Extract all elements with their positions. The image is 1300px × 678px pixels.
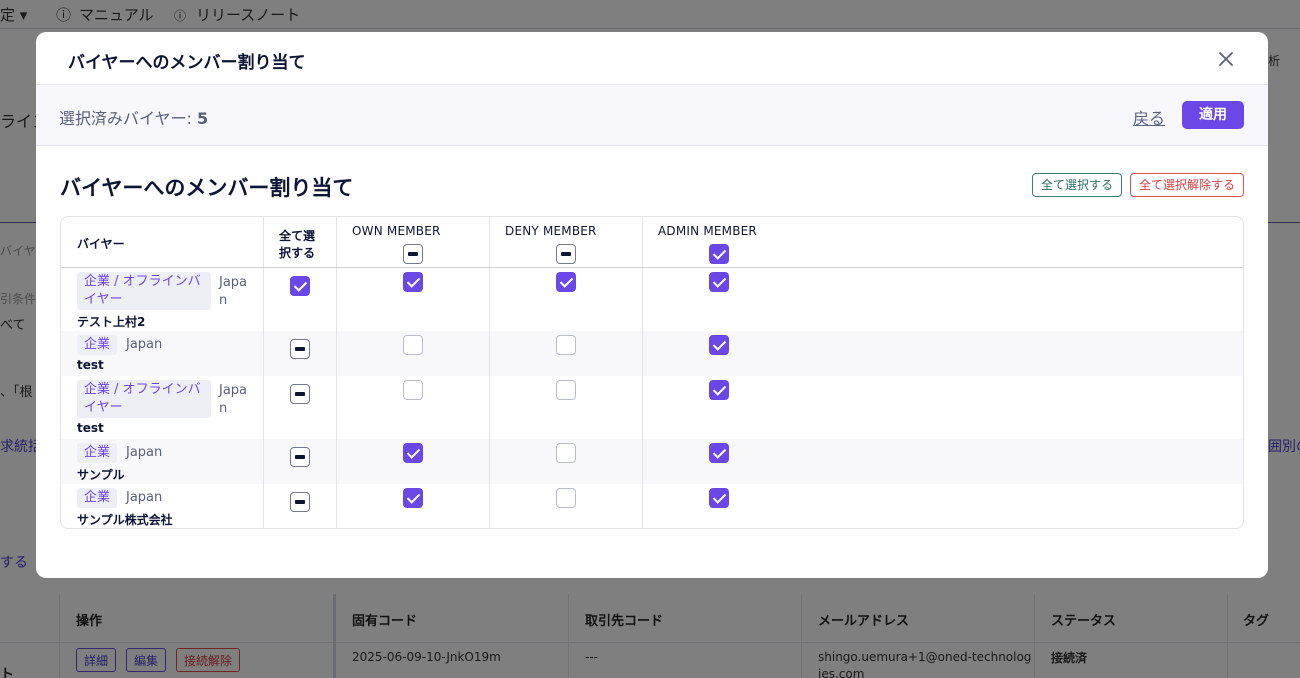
column-header-buyer: バイヤー (77, 237, 125, 251)
deny-member-checkbox[interactable] (556, 443, 576, 463)
buyer-type-tag: 企業 / オフラインバ イヤー (77, 380, 211, 418)
buyer-type-tag: 企業 / オフラインバ イヤー (77, 272, 211, 310)
buyer-name: test (77, 421, 104, 435)
selected-buyers-count: 5 (197, 109, 209, 128)
own-member-checkbox[interactable] (403, 335, 423, 355)
admin-member-checkbox[interactable] (709, 380, 729, 400)
assignment-grid: バイヤー 全て選 択する OWN MEMBER DENY MEMBER ADMI… (60, 216, 1244, 529)
deselect-all-button[interactable]: 全て選択解除する (1130, 173, 1244, 197)
buyer-region: Japan (126, 337, 163, 352)
row-background (61, 331, 1243, 376)
buyer-region: Japan (219, 275, 248, 308)
buyer-name: テスト上村2 (77, 315, 146, 329)
assign-members-modal: バイヤーへのメンバー割り当て 選択済みバイヤー: 5 戻る 適用 バイヤーへのメ… (36, 32, 1268, 578)
deny-member-checkbox[interactable] (556, 272, 576, 292)
row-background (61, 439, 1243, 484)
selection-summary-bar: 選択済みバイヤー: 5 戻る 適用 (36, 85, 1268, 146)
column-header-admin-member: ADMIN MEMBER (658, 224, 757, 238)
deny-member-checkbox[interactable] (556, 488, 576, 508)
own-member-checkbox[interactable] (403, 380, 423, 400)
deny-member-column-checkbox[interactable] (556, 244, 576, 264)
modal-title: バイヤーへのメンバー割り当て (68, 53, 306, 73)
row-select-all-checkbox[interactable] (290, 384, 310, 404)
row-select-all-checkbox[interactable] (290, 447, 310, 467)
buyer-type-tag: 企業 (77, 488, 118, 508)
admin-member-checkbox[interactable] (709, 488, 729, 508)
buyer-type-tag: 企業 (77, 335, 118, 355)
section-title: バイヤーへのメンバー割り当て (60, 176, 354, 200)
column-header-deny-member: DENY MEMBER (505, 224, 597, 238)
column-header-select-all-cont: 択する (279, 246, 316, 260)
modal-header: バイヤーへのメンバー割り当て (36, 32, 1268, 85)
own-member-column-checkbox[interactable] (403, 244, 423, 264)
admin-member-checkbox[interactable] (709, 272, 729, 292)
admin-member-checkbox[interactable] (709, 335, 729, 355)
back-link[interactable]: 戻る (1133, 105, 1165, 129)
row-select-all-checkbox[interactable] (290, 492, 310, 512)
admin-member-column-checkbox[interactable] (709, 244, 729, 264)
close-button[interactable] (1214, 47, 1238, 71)
buyer-type-tag: 企業 (77, 443, 118, 463)
buyer-region: Japan (126, 490, 163, 505)
column-header-select-all: 全て選 (279, 229, 316, 243)
select-all-button[interactable]: 全て選択する (1032, 173, 1122, 197)
deny-member-checkbox[interactable] (556, 380, 576, 400)
own-member-checkbox[interactable] (403, 272, 423, 292)
close-icon (1219, 52, 1233, 66)
row-select-all-checkbox[interactable] (290, 339, 310, 359)
selected-buyers-label: 選択済みバイヤー: 5 (59, 109, 209, 128)
column-header-own-member: OWN MEMBER (352, 224, 441, 238)
own-member-checkbox[interactable] (403, 443, 423, 463)
buyer-name: サンプル株式会社 (77, 513, 173, 527)
apply-button[interactable]: 適用 (1182, 101, 1244, 129)
buyer-name: サンプル (77, 468, 125, 482)
own-member-checkbox[interactable] (403, 488, 423, 508)
deny-member-checkbox[interactable] (556, 335, 576, 355)
buyer-region: Japan (126, 445, 163, 460)
buyer-name: test (77, 358, 104, 372)
row-select-all-checkbox[interactable] (290, 276, 310, 296)
admin-member-checkbox[interactable] (709, 443, 729, 463)
buyer-region: Japan (219, 383, 248, 416)
